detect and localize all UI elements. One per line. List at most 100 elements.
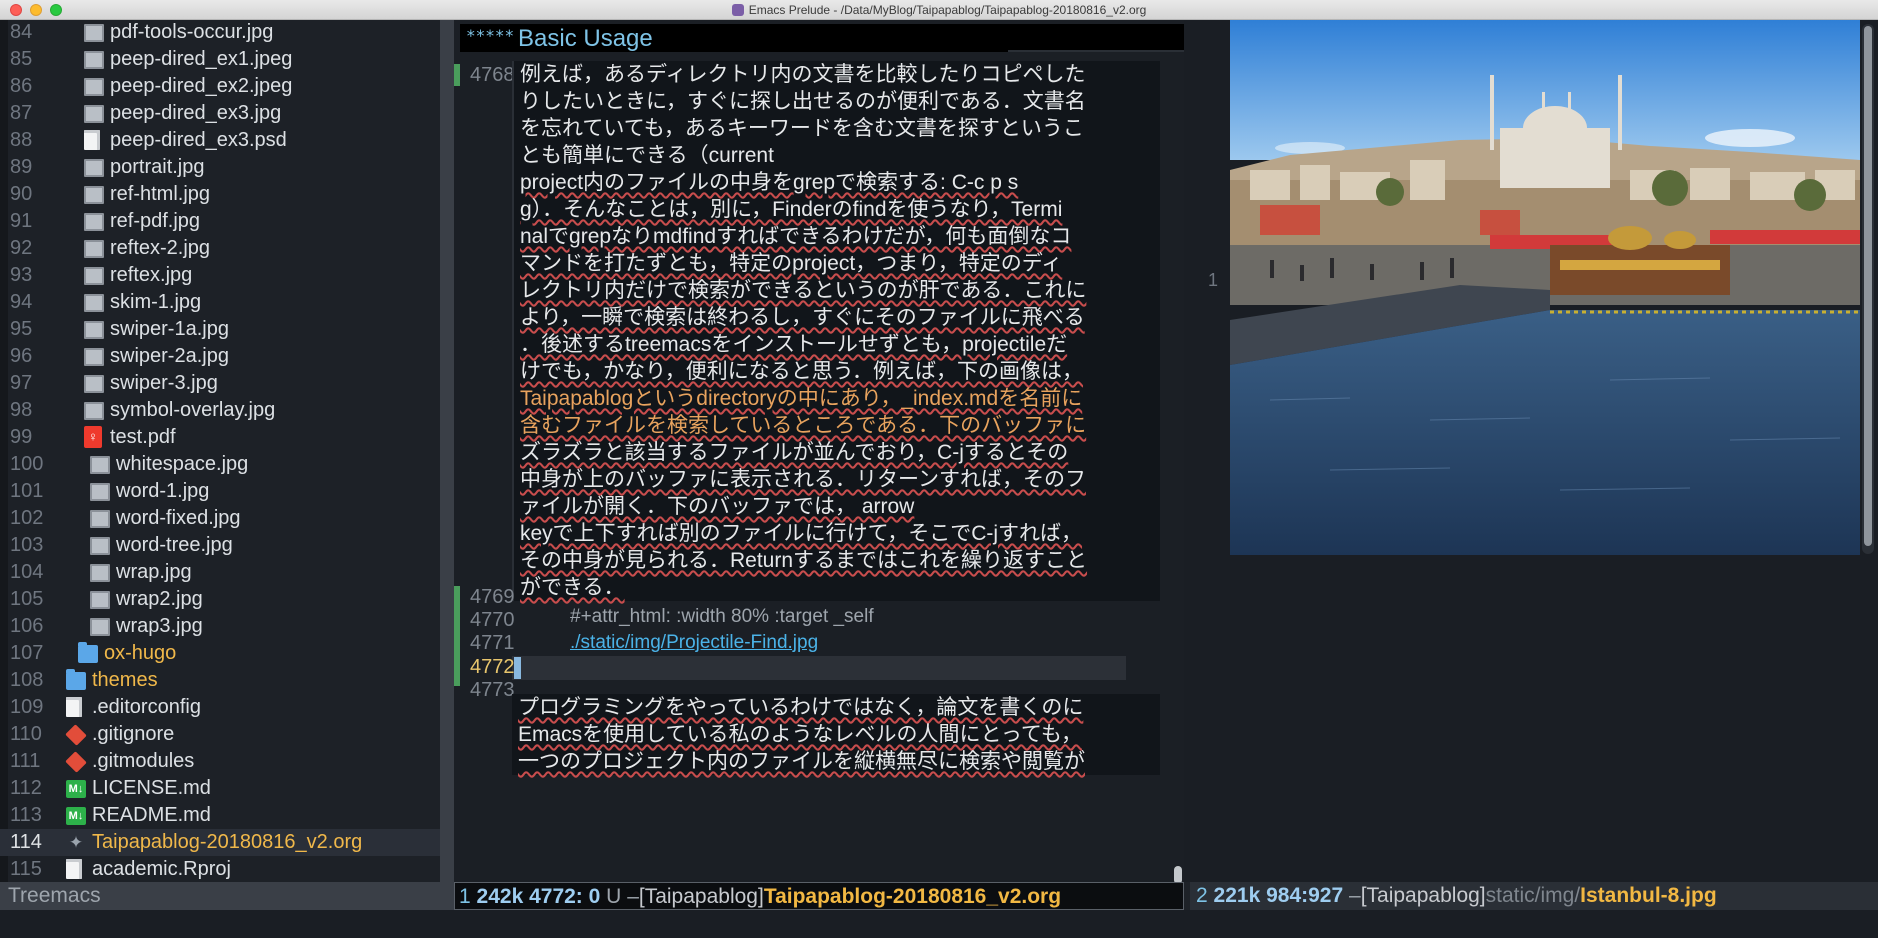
tree-item[interactable]: 109 .editorconfig [0,694,440,721]
tree-item-label: word-fixed.jpg [116,507,241,529]
tree-line-number: 114 [10,831,42,853]
tree-item[interactable]: 114 ✦ Taipapablog-20180816_v2.org [0,829,440,856]
mode-line: Treemacs 1 242k 4772: 0 U –[Taipapablog]… [0,882,1878,910]
tree-item-label: skim-1.jpg [110,291,202,313]
paragraph-line: プログラミングをやっているわけではなく，論文を書くのに [518,696,1084,719]
treemacs-pane[interactable]: 84 pdf-tools-occur.jpg 85 peep-dired_ex1.jp… [0,20,440,882]
image-buffer[interactable]: 1 [1208,20,1878,882]
window-divider-left[interactable] [440,20,454,882]
image-link[interactable]: ./static/img/Projectile-Find.jpg [570,632,818,654]
tree-item[interactable]: 96 swiper-2a.jpg [0,343,440,370]
minimize-window-button[interactable] [30,4,42,16]
tree-item[interactable]: 108 themes [0,667,440,694]
tree-item[interactable]: 110 .gitignore [0,721,440,748]
tree-item[interactable]: 97 swiper-3.jpg [0,370,440,397]
image-file-icon [90,564,110,582]
tree-item[interactable]: 111 .gitmodules [0,748,440,775]
tree-item[interactable]: 105 wrap2.jpg [0,586,440,613]
project-name: [Taipapablog] [638,885,764,908]
image-file-icon [84,402,104,420]
image-file-icon [90,510,110,528]
minibuffer[interactable] [0,910,1878,938]
tree-line-number: 102 [10,507,44,529]
tree-line-number: 110 [10,723,42,745]
paragraph-line: ァイルが開く．下のバッファでは， arrow [520,495,915,518]
tree-item[interactable]: 98 symbol-overlay.jpg [0,397,440,424]
tree-item[interactable]: 107 ox-hugo [0,640,440,667]
folder-icon [78,642,98,663]
tree-item-label: portrait.jpg [110,156,205,178]
org-mode-line[interactable]: 1 242k 4772: 0 U –[Taipapablog]Taipapabl… [454,882,1184,910]
tree-item[interactable]: 112 M↓ LICENSE.md [0,775,440,802]
paragraph-line: とも簡単にできる（current [520,144,774,167]
paragraph-line: りしたいときに，すぐに探し出せるのが便利である．文書名 [520,90,1086,113]
file-path: static/img/ [1485,884,1581,907]
close-window-button[interactable] [10,4,22,16]
org-scrollbar[interactable] [1174,866,1182,882]
maximize-window-button[interactable] [50,4,62,16]
tree-line-number: 92 [10,237,33,259]
tree-item-label: peep-dired_ex3.jpg [110,102,282,124]
tree-item-label: pdf-tools-occur.jpg [110,21,274,43]
window-title: Emacs Prelude - /Data/MyBlog/Taipapablog… [748,2,1147,17]
tree-item-label: README.md [92,804,211,826]
org-buffer[interactable]: ***** Basic Usage 4768 例えば，あるディレクトリ内の文書を… [454,20,1184,882]
tree-line-number: 99 [10,426,33,448]
tree-item-label: reftex-2.jpg [110,237,211,259]
tree-item-label: wrap2.jpg [116,588,203,610]
org-heading[interactable]: ***** Basic Usage [460,24,1184,52]
tree-item[interactable]: 92 reftex-2.jpg [0,235,440,262]
paragraph-1[interactable]: 例えば，あるディレクトリ内の文書を比較したりコピペした りしたいときに，すぐに探し… [512,61,1160,601]
line-number: 4770 [470,609,515,631]
current-line-highlight [512,656,1126,680]
tree-item[interactable]: 88 peep-dired_ex3.psd [0,127,440,154]
tree-item-label: symbol-overlay.jpg [110,399,276,421]
tree-line-number: 105 [10,588,44,610]
paragraph-2[interactable]: プログラミングをやっているわけではなく，論文を書くのに Emacsを使用している私… [512,694,1160,775]
tree-item[interactable]: 103 word-tree.jpg [0,532,440,559]
tree-item[interactable]: 87 peep-dired_ex3.jpg [0,100,440,127]
tree-item[interactable]: 115 academic.Rproj [0,856,440,882]
tree-item[interactable]: 94 skim-1.jpg [0,289,440,316]
tree-item-label: Taipapablog-20180816_v2.org [92,831,363,853]
tree-item[interactable]: 84 pdf-tools-occur.jpg [0,20,440,46]
paragraph-line: その中身が見られる．Returnするまではこれを繰り返すこと [520,549,1088,572]
image-file-icon [84,267,104,285]
treemacs-mode-line[interactable]: Treemacs [0,882,454,910]
paragraph-line: 一つのプロジェクト内のファイルを縦横無尽に検索や閲覧が [518,750,1085,773]
image-file-icon [84,213,104,231]
tree-item[interactable]: 93 reftex.jpg [0,262,440,289]
image-file-icon [90,591,110,609]
tree-item[interactable]: 100 whitespace.jpg [0,451,440,478]
window-divider-right[interactable] [1184,20,1222,882]
tree-item[interactable]: 104 wrap.jpg [0,559,440,586]
tree-item-label: academic.Rproj [92,858,231,880]
tree-line-number: 113 [10,804,42,826]
title-bar: Emacs Prelude - /Data/MyBlog/Taipapablog… [0,0,1878,20]
cursor-position: 4772: 0 [529,885,601,908]
tree-item[interactable]: 102 word-fixed.jpg [0,505,440,532]
tree-item[interactable]: 95 swiper-1a.jpg [0,316,440,343]
tree-line-number: 85 [10,48,33,70]
tree-line-number: 100 [10,453,44,475]
treemacs-label: Treemacs [8,884,101,907]
tree-line-number: 94 [10,291,33,313]
tree-item[interactable]: 90 ref-html.jpg [0,181,440,208]
tree-line-number: 96 [10,345,33,367]
tree-item[interactable]: 85 peep-dired_ex1.jpeg [0,46,440,73]
tree-item[interactable]: 101 word-1.jpg [0,478,440,505]
image-mode-line[interactable]: 2 221k 984:927 –[Taipapablog]static/img/… [1190,882,1878,910]
tree-item[interactable]: 86 peep-dired_ex2.jpeg [0,73,440,100]
paragraph-line: より，一瞬で検索は終わるし，すぐにそのファイルに飛べる [520,306,1085,329]
tree-item[interactable]: 113 M↓ README.md [0,802,440,829]
tree-item-label: ox-hugo [104,642,177,664]
image-scrollbar-thumb[interactable] [1864,26,1872,546]
tree-item[interactable]: 99 ♀ test.pdf [0,424,440,451]
tree-item[interactable]: 106 wrap3.jpg [0,613,440,640]
tree-item[interactable]: 89 portrait.jpg [0,154,440,181]
tree-line-number: 98 [10,399,33,421]
tree-item[interactable]: 91 ref-pdf.jpg [0,208,440,235]
separator: – [1349,884,1361,907]
heading-underline [1008,50,1184,52]
paragraph-line: ズラズラと該当するファイルが並んでおり，C-jするとその [520,441,1069,464]
